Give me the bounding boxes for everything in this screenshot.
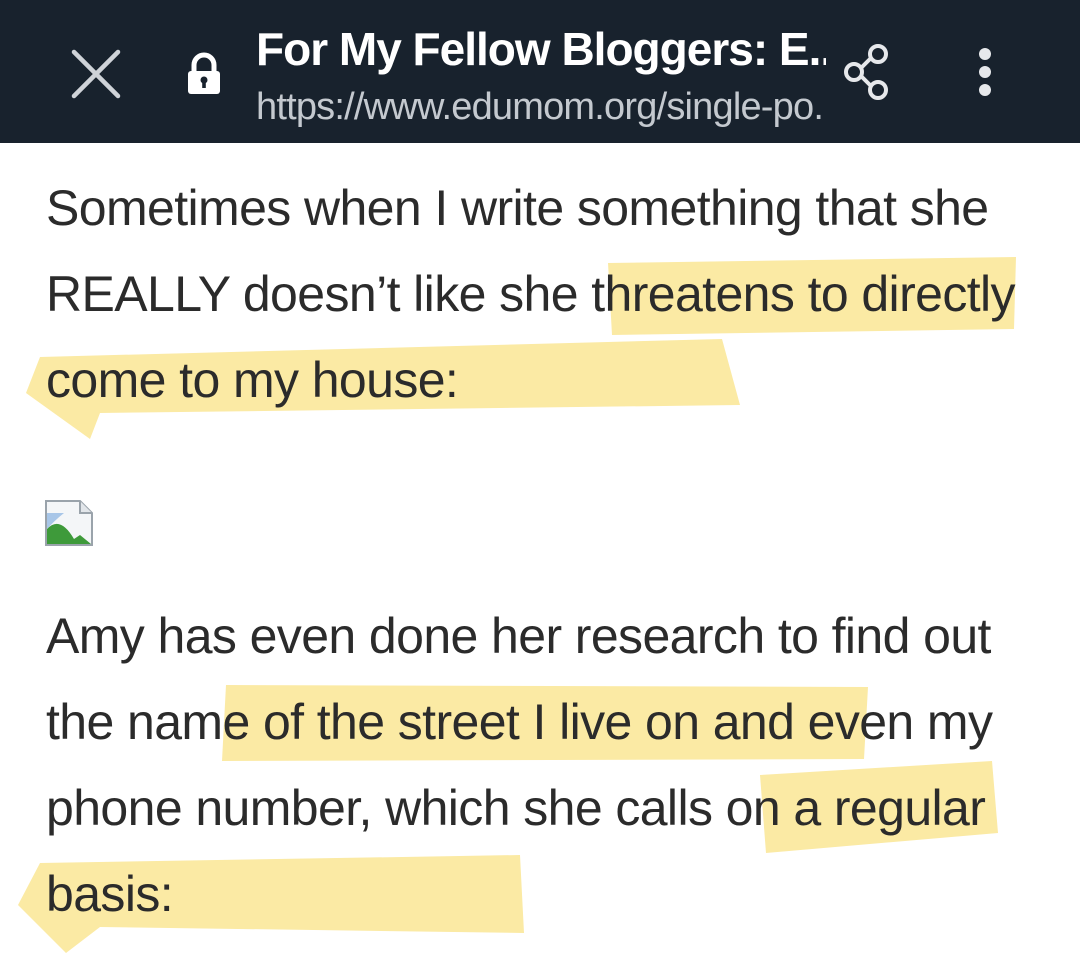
broken-image-icon [45, 500, 93, 546]
lock-icon[interactable] [184, 52, 224, 96]
highlighted-text: name of the street I live on [127, 694, 713, 750]
share-button[interactable] [836, 40, 900, 104]
more-options-button[interactable] [960, 42, 1010, 102]
article-paragraph: Amy has even done her research to find o… [46, 593, 1056, 937]
more-vert-icon [979, 48, 991, 96]
share-icon [844, 44, 888, 100]
close-button[interactable] [60, 38, 132, 110]
broken-image[interactable] [44, 499, 94, 547]
page-url[interactable]: https://www.edumom.org/single-po... [256, 84, 826, 130]
browser-toolbar: For My Fellow Bloggers: E... https://www… [0, 0, 1080, 143]
close-icon [71, 49, 121, 99]
article-paragraph: Sometimes when I write something that sh… [46, 165, 1056, 423]
page-title: For My Fellow Bloggers: E... [256, 23, 826, 75]
article-content: Sometimes when I write something that sh… [0, 143, 1080, 972]
